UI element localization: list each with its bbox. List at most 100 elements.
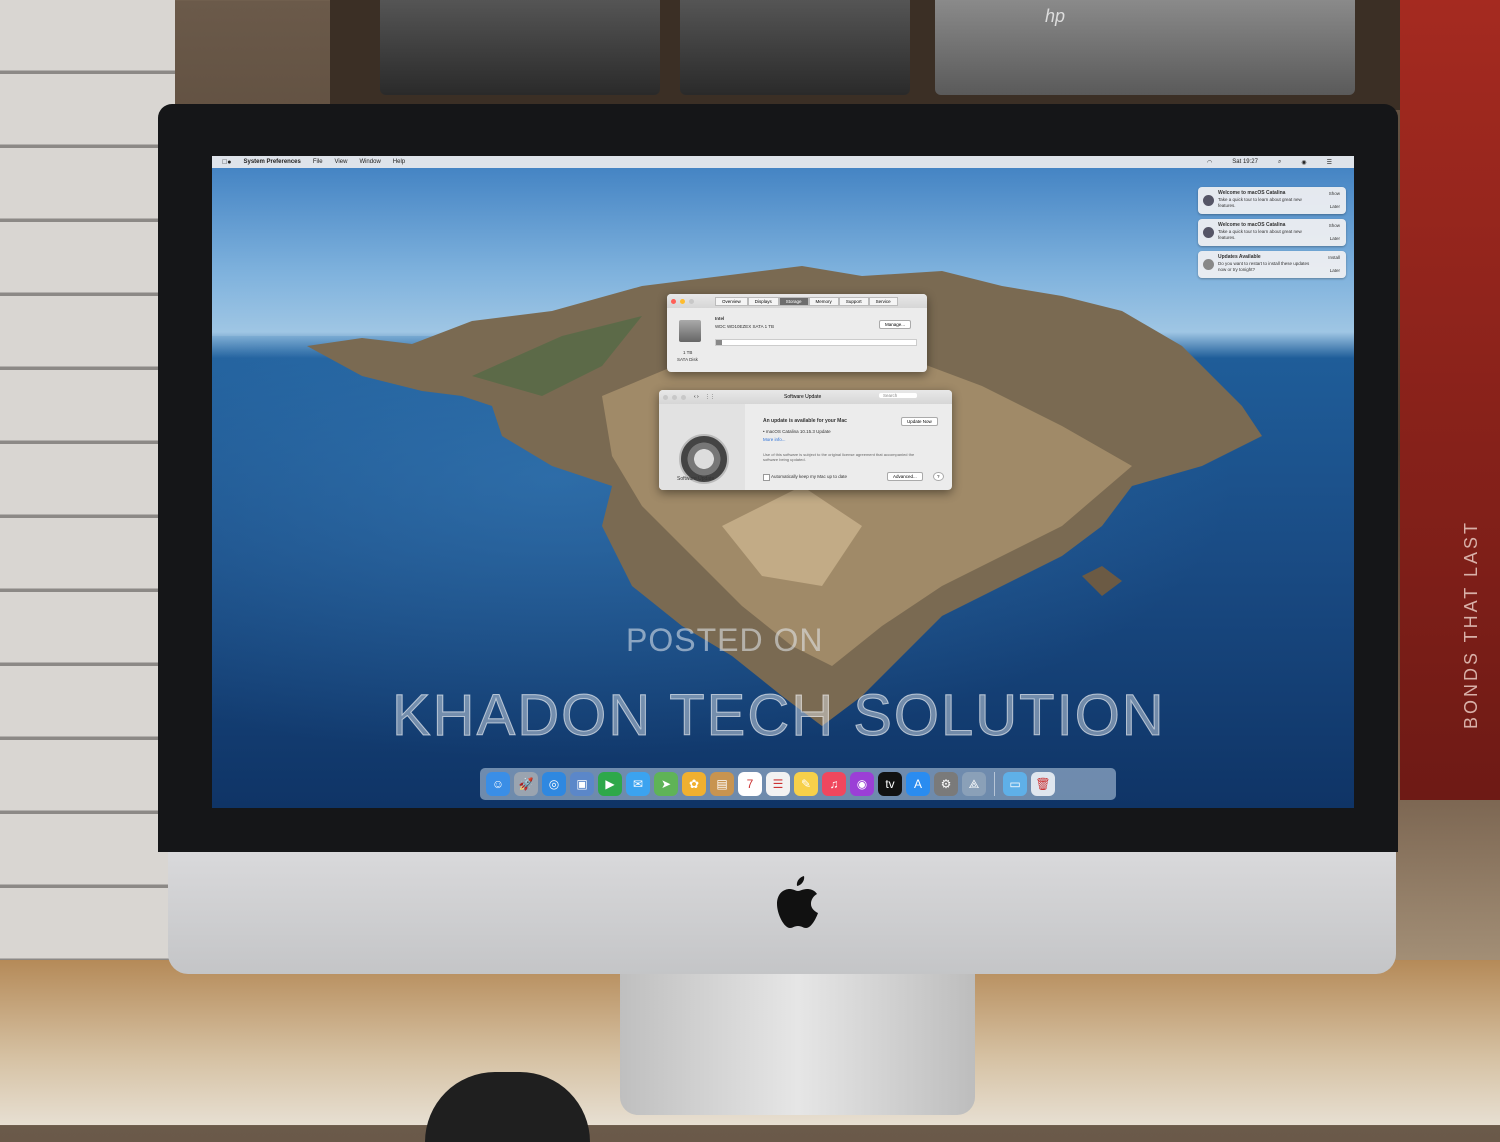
notification-body: Do you want to restart to install these … (1218, 261, 1310, 272)
trash-icon[interactable]: 🗑 (1031, 772, 1055, 796)
window-title: Software Update (784, 394, 822, 400)
close-button[interactable] (663, 394, 668, 400)
minimize-button[interactable] (680, 298, 685, 304)
downloads-folder-icon[interactable]: ▭ (1003, 772, 1027, 796)
notification-later-button[interactable]: Later (1330, 236, 1340, 241)
tv-icon[interactable]: tv (878, 772, 902, 796)
storage-usage-bar (715, 339, 917, 346)
dock-separator (994, 772, 995, 796)
tab-support[interactable]: Support (838, 297, 869, 306)
notification-body: Take a quick tour to learn about great n… (1218, 229, 1302, 240)
disk-name: Intel (715, 316, 725, 321)
notification-center-icon[interactable]: ☰ (1327, 159, 1332, 166)
minimize-button[interactable] (672, 394, 677, 400)
maps-icon[interactable]: ➤ (654, 772, 678, 796)
menu-bar: ● System Preferences File View Window H… (212, 156, 1354, 168)
notification-title: Updates Available (1218, 254, 1261, 260)
notification-card[interactable]: Welcome to macOS Catalina Take a quick t… (1198, 219, 1346, 246)
apple-menu-icon[interactable]: ● (222, 159, 231, 166)
podcasts-icon[interactable]: ◉ (850, 772, 874, 796)
menu-app-name[interactable]: System Preferences (243, 159, 300, 165)
desktop-screen: ● System Preferences File View Window H… (212, 156, 1354, 808)
show-all-icon[interactable]: ⋮⋮ (705, 394, 715, 400)
update-name: • macOS Catalina 10.15.3 Update (763, 429, 831, 434)
system-preferences-icon[interactable]: ⚙ (934, 772, 958, 796)
photos-icon[interactable]: ✿ (682, 772, 706, 796)
help-button[interactable]: ? (933, 472, 944, 481)
zoom-button[interactable] (689, 298, 694, 304)
notification-app-icon (1203, 227, 1214, 238)
tab-displays[interactable]: Displays (747, 297, 779, 306)
app-store-icon[interactable]: A (906, 772, 930, 796)
software-update-window: ‹ › ⋮⋮ Software Update Search Software U… (659, 390, 952, 490)
laptop-left (380, 0, 660, 95)
messages-icon[interactable]: ✉ (626, 772, 650, 796)
advanced-button[interactable]: Advanced... (887, 472, 923, 481)
manage-button[interactable]: Manage... (879, 320, 912, 329)
menu-extras: ◠ Sat 19:27 ⌕ ◉ ☰ (1207, 159, 1344, 166)
disk-detail: WDC WD10EZEX SATA 1 TB (715, 324, 775, 329)
notes-icon[interactable]: ✎ (794, 772, 818, 796)
launchpad-icon[interactable]: 🚀 (514, 772, 538, 796)
dock: ☺ 🚀 ◎ ▣ ▶ ✉ ➤ ✿ ▤ 7 ☰ ✎ ♫ ◉ tv A ⚙ ⟁ ▭ 🗑 (480, 768, 1116, 800)
menu-file[interactable]: File (313, 159, 323, 165)
laptop-hp: hp (935, 0, 1355, 95)
update-headline: An update is available for your Mac (763, 418, 847, 424)
imac-stand (620, 960, 975, 1115)
spotlight-icon[interactable]: ⌕ (1278, 159, 1281, 166)
music-icon[interactable]: ♫ (822, 772, 846, 796)
menu-window[interactable]: Window (359, 159, 380, 165)
close-button[interactable] (671, 298, 676, 304)
notification-card[interactable]: Updates Available Do you want to restart… (1198, 251, 1346, 278)
more-info-link[interactable]: More info... (763, 437, 786, 442)
laptop-middle (680, 0, 910, 95)
banner-slogan: BONDS THAT LAST (1461, 520, 1481, 730)
contacts-icon[interactable]: ▤ (710, 772, 734, 796)
tab-storage[interactable]: Storage (778, 297, 809, 306)
tab-memory[interactable]: Memory (808, 297, 839, 306)
storage-usage-fill (716, 340, 722, 345)
auto-update-label: Automatically keep my Mac up to date (771, 474, 848, 479)
store-banner: BONDS THAT LAST (1400, 0, 1500, 800)
disk-capacity: 1 TB (683, 350, 693, 355)
notification-install-button[interactable]: Install (1328, 255, 1340, 260)
siri-icon[interactable]: ◉ (1301, 159, 1306, 166)
hard-disk-icon (679, 320, 701, 342)
store-wall-shelf (0, 0, 175, 1125)
calendar-icon[interactable]: 7 (738, 772, 762, 796)
wifi-icon[interactable]: ◠ (1207, 159, 1212, 166)
menu-help[interactable]: Help (393, 159, 405, 165)
safari-icon[interactable]: ◎ (542, 772, 566, 796)
facetime-icon[interactable]: ▶ (598, 772, 622, 796)
notification-later-button[interactable]: Later (1330, 204, 1340, 209)
license-text: Use of this software is subject to the o… (763, 452, 915, 462)
menu-view[interactable]: View (335, 159, 348, 165)
notification-show-button[interactable]: Show (1329, 223, 1340, 228)
notification-title: Welcome to macOS Catalina (1218, 190, 1286, 196)
software-update-notification-icon (1203, 259, 1214, 270)
notification-title: Welcome to macOS Catalina (1218, 222, 1286, 228)
preview-icon[interactable]: ▣ (570, 772, 594, 796)
notification-app-icon (1203, 195, 1214, 206)
search-input[interactable]: Search (879, 393, 918, 398)
apple-logo-icon (777, 876, 818, 928)
auto-update-checkbox[interactable] (763, 474, 770, 481)
notification-card[interactable]: Welcome to macOS Catalina Take a quick t… (1198, 187, 1346, 214)
top-shelf: hp (330, 0, 1400, 110)
utility-icon[interactable]: ⟁ (962, 772, 986, 796)
zoom-button[interactable] (681, 394, 686, 400)
notification-body: Take a quick tour to learn about great n… (1218, 197, 1302, 208)
update-now-button[interactable]: Update Now (901, 417, 938, 426)
tab-overview[interactable]: Overview (715, 297, 748, 306)
tab-service[interactable]: Service (868, 297, 898, 306)
disk-type: SATA Disk (677, 357, 698, 362)
notification-later-button[interactable]: Later (1330, 268, 1340, 273)
about-this-mac-window: Overview Displays Storage Memory Support… (667, 294, 927, 372)
watermark-company: KHADON TECH SOLUTION (392, 683, 1166, 749)
menu-clock[interactable]: Sat 19:27 (1232, 159, 1258, 165)
back-forward-icon[interactable]: ‹ › (694, 394, 699, 400)
about-tabs: Overview Displays Storage Memory Support… (715, 297, 898, 306)
notification-show-button[interactable]: Show (1329, 191, 1340, 196)
finder-icon[interactable]: ☺ (486, 772, 510, 796)
reminders-icon[interactable]: ☰ (766, 772, 790, 796)
